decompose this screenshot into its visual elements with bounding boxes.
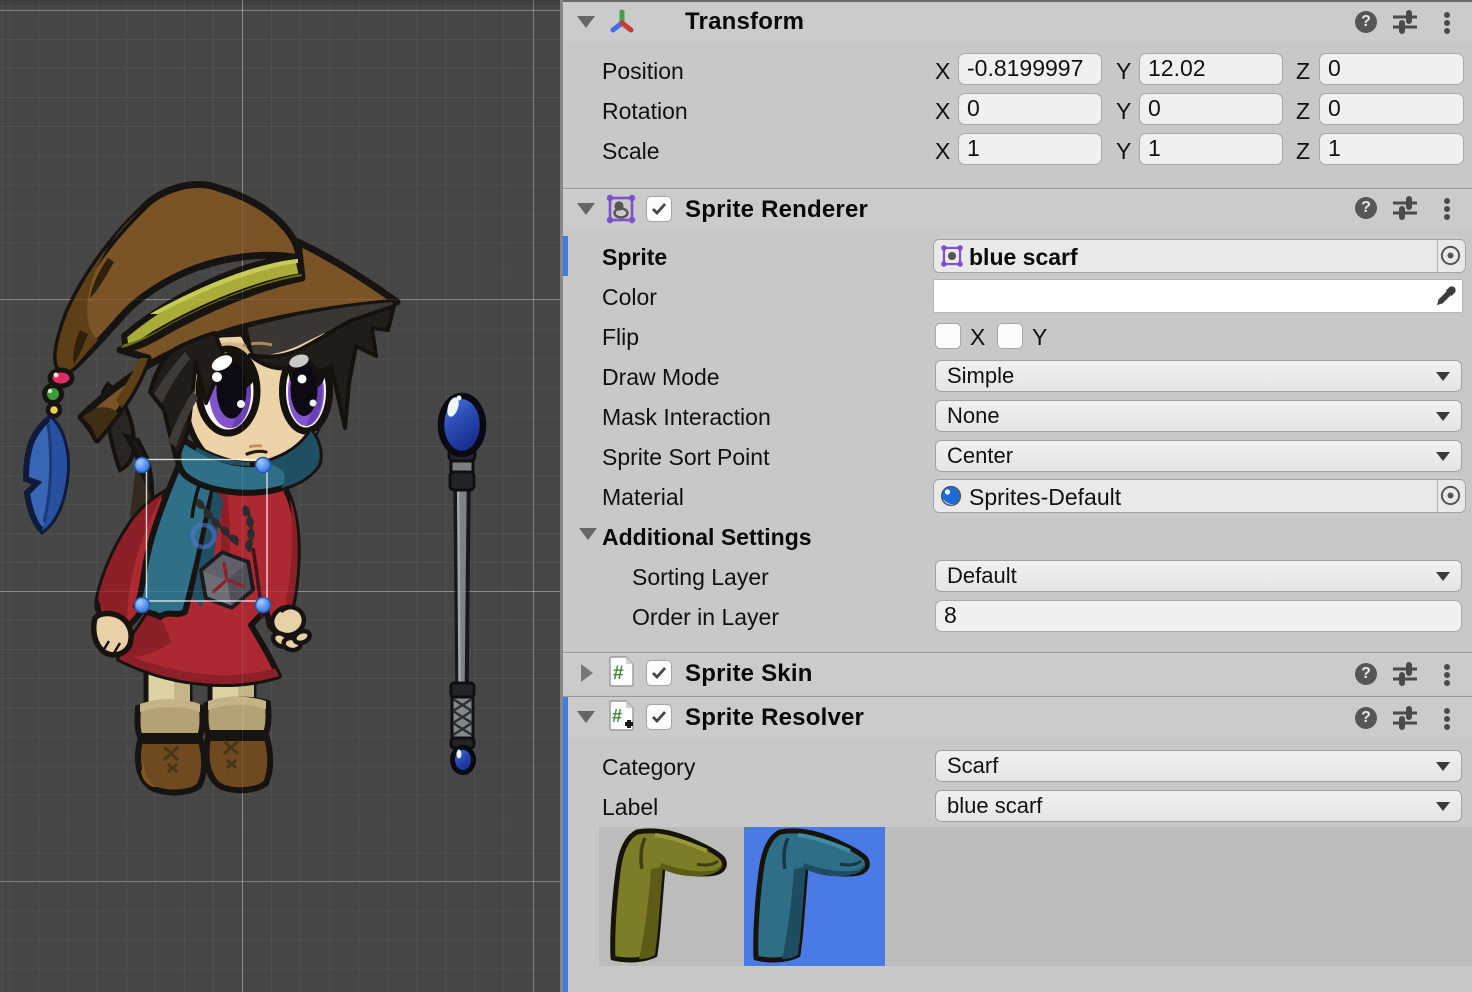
svg-text:#: # (613, 663, 624, 684)
svg-text:#: # (612, 706, 622, 726)
